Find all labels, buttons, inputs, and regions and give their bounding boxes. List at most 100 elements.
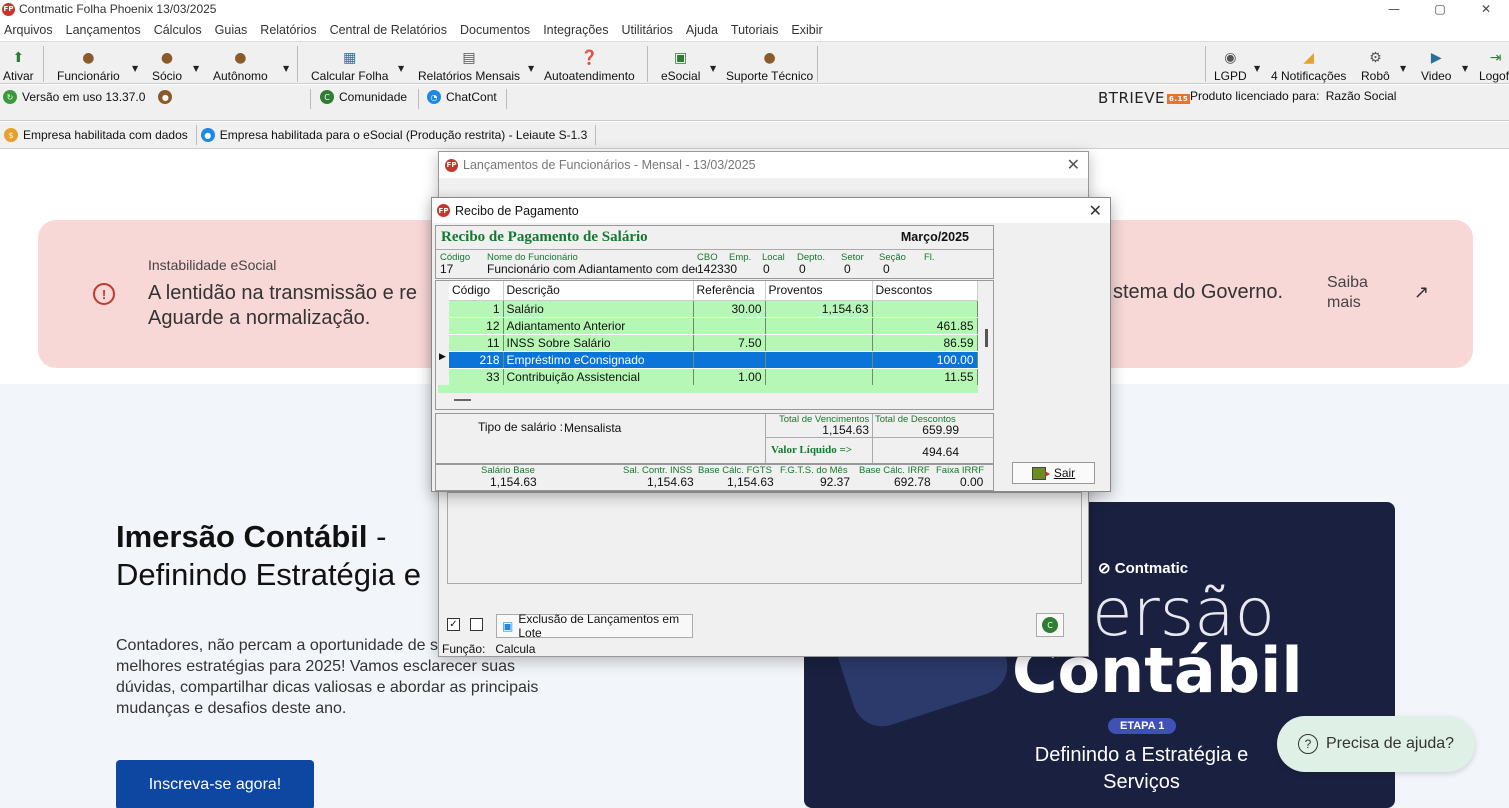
menu-arquivos[interactable]: Arquivos — [0, 23, 60, 37]
btrieve-logo: BTRIEVE 6.15 — [1098, 89, 1191, 107]
refresh-icon: ↻ — [3, 90, 17, 104]
menu-documentos[interactable]: Documentos — [456, 23, 537, 37]
notificacoes-button[interactable]: ◢ 4 Notificações — [1271, 44, 1346, 84]
contmatic-round-button[interactable]: C — [1036, 613, 1064, 637]
local-value: 0 — [763, 262, 770, 276]
menu-relatorios[interactable]: Relatórios — [256, 23, 323, 37]
table-row[interactable]: 1 Salário 30.00 1,154.63 — [449, 300, 978, 318]
esocial-dropdown-icon[interactable]: ▼ — [710, 64, 716, 73]
autonomo-dropdown-icon[interactable]: ▼ — [283, 64, 289, 73]
menu-integracoes[interactable]: Integrações — [539, 23, 615, 37]
table-row[interactable]: 33 Contribuição Assistencial 1.00 11.55 — [449, 368, 978, 386]
license-info: Produto licenciado para: Razão Social — [1190, 89, 1397, 103]
suporte-tecnico-button[interactable]: ● Suporte Técnico — [726, 44, 813, 84]
autoatendimento-button[interactable]: ❓ Autoatendimento — [544, 44, 635, 84]
contmatic-icon: C — [1042, 617, 1058, 633]
lgpd-button[interactable]: ◉ LGPD — [1214, 44, 1247, 84]
menu-bar: Arquivos Lançamentos Cálculos Guias Rela… — [0, 20, 832, 40]
col-proventos[interactable]: Proventos — [765, 281, 873, 301]
relatorios-dropdown-icon[interactable]: ▼ — [528, 64, 534, 73]
megaphone-icon: ◢ — [1303, 50, 1315, 66]
funcionario-button[interactable]: ● Funcionário — [57, 44, 120, 84]
socio-dropdown-icon[interactable]: ▼ — [193, 64, 199, 73]
title-bar: FP Contmatic Folha Phoenix 13/03/2025 — … — [0, 0, 1509, 18]
menu-utilitarios[interactable]: Utilitários — [618, 23, 680, 37]
valor-liquido-value: 494.64 — [922, 445, 959, 459]
table-row[interactable]: 12 Adiantamento Anterior 461.85 — [449, 317, 978, 335]
grid-empty-row — [438, 385, 978, 393]
menu-lancamentos[interactable]: Lançamentos — [62, 23, 148, 37]
vertical-scrollbar[interactable] — [985, 329, 988, 347]
autonomo-button[interactable]: ● Autônomo — [213, 44, 268, 84]
salario-base-value: 1,154.63 — [490, 475, 537, 489]
lgpd-dropdown-icon[interactable]: ▼ — [1254, 64, 1260, 73]
checked-checkbox[interactable]: ✓ — [447, 618, 460, 631]
close-icon[interactable]: ✕ — [1067, 155, 1080, 174]
sair-button[interactable]: Sair — [1012, 462, 1095, 484]
exclusao-lote-button[interactable]: ▣ Exclusão de Lançamentos em Lote — [496, 612, 693, 640]
comunidade-link[interactable]: C Comunidade — [320, 90, 407, 104]
logoff-button[interactable]: ⇥ Logoff — [1479, 44, 1509, 84]
menu-guias[interactable]: Guias — [211, 23, 255, 37]
ativar-button[interactable]: ⬆ Ativar — [3, 44, 34, 84]
unchecked-checkbox[interactable] — [470, 618, 483, 631]
menu-central-relatorios[interactable]: Central de Relatórios — [326, 23, 454, 37]
app-logo-icon: FP — [2, 2, 15, 16]
video-button[interactable]: ▶ Video — [1421, 44, 1451, 84]
close-button[interactable]: ✕ — [1463, 0, 1509, 18]
robo-dropdown-icon[interactable]: ▼ — [1400, 64, 1406, 73]
minimize-button[interactable]: — — [1371, 0, 1417, 18]
relatorios-mensais-button[interactable]: ▤ Relatórios Mensais — [418, 44, 520, 84]
window-title: Contmatic Folha Phoenix 13/03/2025 — [19, 2, 217, 16]
bases-panel: Salário Base 1,154.63 Sal. Contr. INSS 1… — [435, 464, 994, 491]
lancamentos-bottom-bar: ✓ ▣ Exclusão de Lançamentos em Lote C — [439, 610, 1090, 640]
toolbar-separator — [817, 46, 818, 82]
external-arrow-icon[interactable]: ↗ — [1414, 282, 1429, 303]
col-descricao[interactable]: Descrição — [503, 281, 694, 301]
user-icon: ● — [158, 90, 173, 104]
globe-icon: ● — [200, 128, 215, 142]
totals-panel: Tipo de salário : Mensalista Total de Ve… — [435, 413, 994, 464]
table-row[interactable]: 11 INSS Sobre Salário 7.50 86.59 — [449, 334, 978, 352]
table-row-selected[interactable]: 218 Empréstimo eConsignado 100.00 — [449, 351, 978, 369]
close-icon[interactable]: ✕ — [1089, 201, 1102, 220]
separator — [418, 89, 419, 109]
codigo-value: 17 — [440, 262, 454, 276]
col-referencia[interactable]: Referência — [693, 281, 766, 301]
valor-liquido-box: 494.64 — [872, 438, 994, 463]
tipo-salario-value: Mensalista — [564, 421, 622, 435]
col-codigo[interactable]: Código — [449, 281, 504, 301]
alert-text: A lentidão na transmissão e re Aguarde a… — [148, 282, 418, 329]
saiba-mais-link[interactable]: Saiba mais — [1327, 273, 1377, 313]
logoff-icon: ⇥ — [1489, 50, 1502, 66]
exit-door-icon — [1031, 466, 1050, 480]
socio-button[interactable]: ● Sócio — [152, 44, 182, 84]
menu-calculos[interactable]: Cálculos — [150, 23, 209, 37]
menu-ajuda[interactable]: Ajuda — [682, 23, 725, 37]
fgts-mes-value: 92.37 — [820, 475, 851, 489]
toolbar-separator — [297, 46, 298, 82]
delete-batch-icon: ▣ — [502, 619, 514, 633]
robo-button[interactable]: ⚙ Robô — [1361, 44, 1390, 84]
lancamentos-panel — [447, 492, 1082, 584]
depto-value: 0 — [799, 262, 806, 276]
calcular-folha-button[interactable]: ▦ Calcular Folha — [311, 44, 388, 84]
toolbar-separator — [647, 46, 648, 82]
version-bar: ↻ Versão em uso 13.37.0 ● C Comunidade ◔… — [0, 85, 1509, 121]
restore-button[interactable]: ▢ — [1417, 0, 1463, 18]
recibo-dialog: FP Recibo de Pagamento ✕ Recibo de Pagam… — [431, 197, 1111, 492]
col-descontos[interactable]: Descontos — [872, 281, 978, 301]
menu-exibir[interactable]: Exibir — [787, 23, 829, 37]
calcular-dropdown-icon[interactable]: ▼ — [398, 64, 404, 73]
funcionario-dropdown-icon[interactable]: ▼ — [132, 64, 138, 73]
inscreva-se-button[interactable]: Inscreva-se agora! — [116, 760, 314, 808]
video-dropdown-icon[interactable]: ▼ — [1462, 64, 1468, 73]
secao-value: 0 — [883, 262, 890, 276]
menu-tutoriais[interactable]: Tutoriais — [727, 23, 785, 37]
app-logo-icon: FP — [445, 158, 458, 172]
chatcont-link[interactable]: ◔ ChatCont — [427, 90, 497, 104]
esocial-button[interactable]: ▣ eSocial — [661, 44, 700, 84]
toolbar-separator — [1205, 46, 1206, 82]
total-vencimentos-value: 1,154.63 — [822, 423, 869, 437]
help-chat-button[interactable]: ? Precisa de ajuda? — [1277, 716, 1475, 772]
